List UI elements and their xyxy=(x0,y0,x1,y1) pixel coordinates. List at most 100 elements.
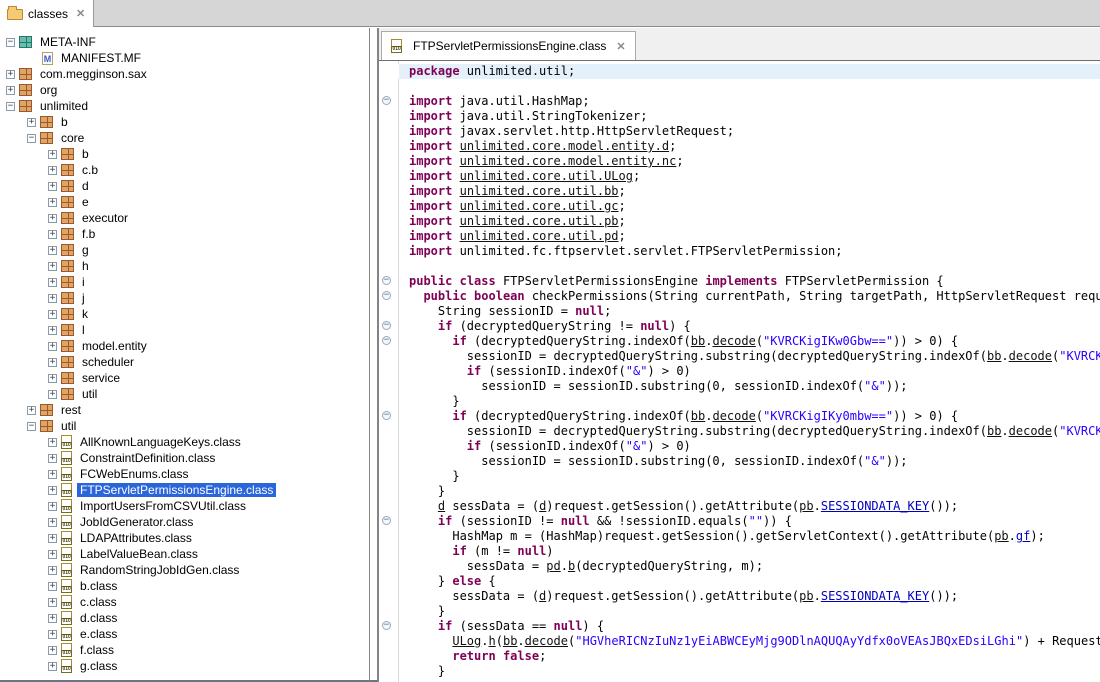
fold-collapse-icon[interactable]: − xyxy=(382,516,391,525)
expand-icon[interactable]: + xyxy=(48,358,57,367)
tree-item-e-class[interactable]: +e.class xyxy=(0,626,369,642)
expand-icon[interactable]: + xyxy=(6,70,15,79)
expand-icon[interactable]: + xyxy=(48,230,57,239)
tree-item-meta-inf[interactable]: −META-INF xyxy=(0,34,369,50)
code-link[interactable]: SESSIONDATA_KEY xyxy=(821,499,929,513)
collapse-icon[interactable]: − xyxy=(27,422,36,431)
tree-item-randomstringjobidgen-class[interactable]: +RandomStringJobIdGen.class xyxy=(0,562,369,578)
tab-classes[interactable]: classes ✕ xyxy=(0,0,94,27)
expand-icon[interactable]: + xyxy=(48,326,57,335)
code-link[interactable]: unlimited.core.model.entity.nc xyxy=(460,154,677,168)
pane-splitter[interactable] xyxy=(370,28,378,682)
expand-icon[interactable]: + xyxy=(48,246,57,255)
code-link[interactable]: pb xyxy=(799,589,813,603)
code-link[interactable]: bb xyxy=(987,349,1001,363)
tree-item-b[interactable]: +b xyxy=(0,114,369,130)
fold-collapse-icon[interactable]: − xyxy=(382,96,391,105)
code-link[interactable]: bb xyxy=(691,334,705,348)
code-link[interactable]: unlimited.core.model.entity.d xyxy=(460,139,670,153)
tree-item-d[interactable]: +d xyxy=(0,178,369,194)
code-link[interactable]: pb xyxy=(799,499,813,513)
tree-item-b[interactable]: +b xyxy=(0,146,369,162)
expand-icon[interactable]: + xyxy=(48,502,57,511)
tree-item-e[interactable]: +e xyxy=(0,194,369,210)
fold-collapse-icon[interactable]: − xyxy=(382,411,391,420)
tree-item-util[interactable]: −util xyxy=(0,418,369,434)
tree-item-c-b[interactable]: +c.b xyxy=(0,162,369,178)
code-link[interactable]: unlimited.core.util.gc xyxy=(460,199,619,213)
tree-item-b-class[interactable]: +b.class xyxy=(0,578,369,594)
expand-icon[interactable]: + xyxy=(27,118,36,127)
tree-item-importusersfromcsvutil-class[interactable]: +ImportUsersFromCSVUtil.class xyxy=(0,498,369,514)
expand-icon[interactable]: + xyxy=(27,406,36,415)
tree-item-org[interactable]: +org xyxy=(0,82,369,98)
tree-item-service[interactable]: +service xyxy=(0,370,369,386)
expand-icon[interactable]: + xyxy=(48,598,57,607)
code-link[interactable]: decode xyxy=(1009,424,1052,438)
tree-item-core[interactable]: −core xyxy=(0,130,369,146)
expand-icon[interactable]: + xyxy=(48,454,57,463)
expand-icon[interactable]: + xyxy=(48,566,57,575)
tree-item-l[interactable]: +l xyxy=(0,322,369,338)
code-link[interactable]: unlimited.core.util.pd xyxy=(460,229,619,243)
expand-icon[interactable]: + xyxy=(48,310,57,319)
code-editor[interactable]: package unlimited.util;−import java.util… xyxy=(378,61,1100,682)
fold-collapse-icon[interactable]: − xyxy=(382,291,391,300)
expand-icon[interactable]: + xyxy=(48,294,57,303)
code-link[interactable]: bb xyxy=(987,424,1001,438)
tree-item-d-class[interactable]: +d.class xyxy=(0,610,369,626)
tree-item-i[interactable]: +i xyxy=(0,274,369,290)
expand-icon[interactable]: + xyxy=(48,582,57,591)
tree-item-ldapattributes-class[interactable]: +LDAPAttributes.class xyxy=(0,530,369,546)
code-link[interactable]: decode xyxy=(1009,349,1052,363)
code-link[interactable]: h xyxy=(489,634,496,648)
code-link[interactable]: decode xyxy=(712,334,755,348)
expand-icon[interactable]: + xyxy=(48,150,57,159)
expand-icon[interactable]: + xyxy=(48,486,57,495)
tree-item-fcwebenums-class[interactable]: +FCWebEnums.class xyxy=(0,466,369,482)
tree-item-jobidgenerator-class[interactable]: +JobIdGenerator.class xyxy=(0,514,369,530)
code-link[interactable]: unlimited.core.util.ULog xyxy=(460,169,633,183)
tree-item-com-megginson-sax[interactable]: +com.megginson.sax xyxy=(0,66,369,82)
code-link[interactable]: decode xyxy=(712,409,755,423)
tree-item-j[interactable]: +j xyxy=(0,290,369,306)
expand-icon[interactable]: + xyxy=(48,614,57,623)
code-link[interactable]: ULog xyxy=(452,634,481,648)
fold-collapse-icon[interactable]: − xyxy=(382,336,391,345)
expand-icon[interactable]: + xyxy=(48,646,57,655)
tree-item-labelvaluebean-class[interactable]: +LabelValueBean.class xyxy=(0,546,369,562)
tree-item-g[interactable]: +g xyxy=(0,242,369,258)
expand-icon[interactable]: + xyxy=(48,262,57,271)
tree-item-constraintdefinition-class[interactable]: +ConstraintDefinition.class xyxy=(0,450,369,466)
tree-item-f-class[interactable]: +f.class xyxy=(0,642,369,658)
tree-item-unlimited[interactable]: −unlimited xyxy=(0,98,369,114)
tree-item-h[interactable]: +h xyxy=(0,258,369,274)
expand-icon[interactable]: + xyxy=(48,342,57,351)
code-link[interactable]: bb xyxy=(691,409,705,423)
expand-icon[interactable]: + xyxy=(48,374,57,383)
expand-icon[interactable]: + xyxy=(48,214,57,223)
expand-icon[interactable]: + xyxy=(48,550,57,559)
expand-icon[interactable]: + xyxy=(48,534,57,543)
tree-item-executor[interactable]: +executor xyxy=(0,210,369,226)
fold-collapse-icon[interactable]: − xyxy=(382,321,391,330)
code-link[interactable]: gf xyxy=(1016,529,1030,543)
tree-item-manifest-mf[interactable]: MMANIFEST.MF xyxy=(0,50,369,66)
tab-ftpservletpermissionsengine[interactable]: FTPServletPermissionsEngine.class ✕ xyxy=(381,31,636,60)
code-link[interactable]: unlimited.core.util.bb xyxy=(460,184,619,198)
tree-item-rest[interactable]: +rest xyxy=(0,402,369,418)
tree-item-c-class[interactable]: +c.class xyxy=(0,594,369,610)
expand-icon[interactable]: + xyxy=(48,630,57,639)
tree-item-ftpservletpermissionsengine-class[interactable]: +FTPServletPermissionsEngine.class xyxy=(0,482,369,498)
tree-item-scheduler[interactable]: +scheduler xyxy=(0,354,369,370)
expand-icon[interactable]: + xyxy=(48,390,57,399)
fold-collapse-icon[interactable]: − xyxy=(382,276,391,285)
code-link[interactable]: pb xyxy=(994,529,1008,543)
collapse-icon[interactable]: − xyxy=(6,38,15,47)
expand-icon[interactable]: + xyxy=(48,166,57,175)
tree-item-allknownlanguagekeys-class[interactable]: +AllKnownLanguageKeys.class xyxy=(0,434,369,450)
tree-item-k[interactable]: +k xyxy=(0,306,369,322)
code-link[interactable]: pd xyxy=(546,559,560,573)
code-link[interactable]: bb xyxy=(503,634,517,648)
expand-icon[interactable]: + xyxy=(48,438,57,447)
